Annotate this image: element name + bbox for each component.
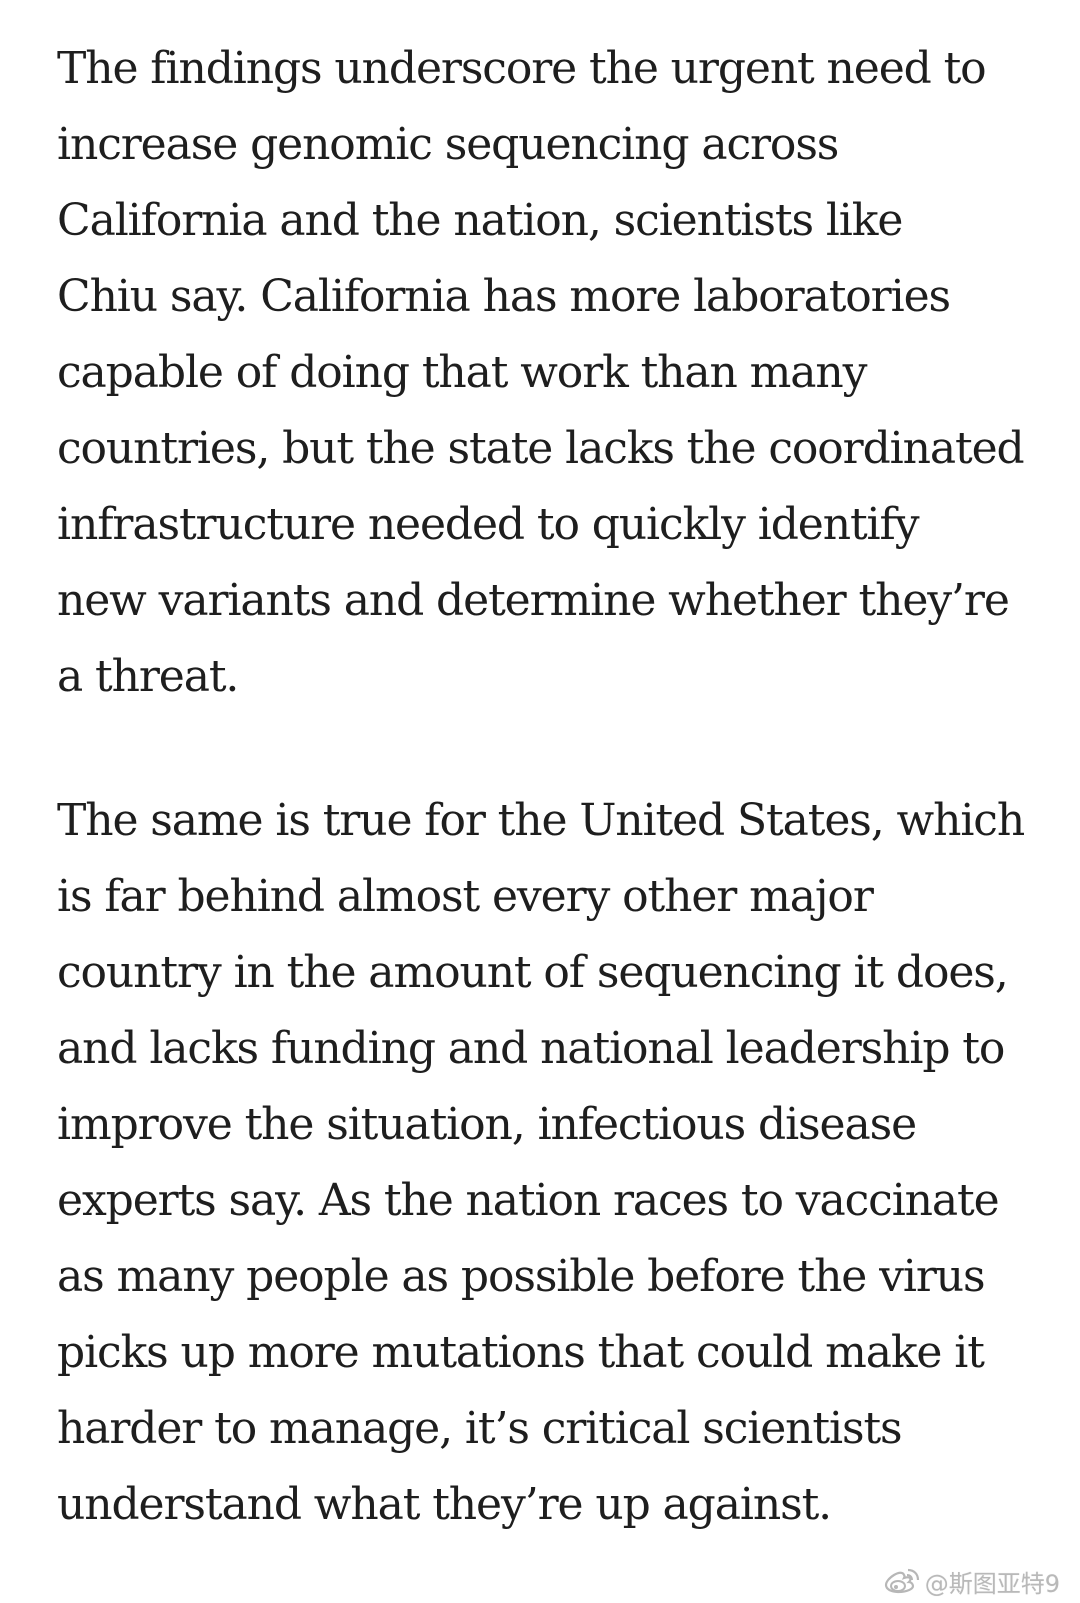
paragraph-1: The findings underscore the urgent need … — [57, 31, 1057, 715]
text-line: infrastructure needed to quickly identif… — [57, 499, 920, 550]
text-line: as many people as possible before the vi… — [57, 1251, 986, 1302]
text-line: increase genomic sequencing across — [57, 119, 839, 170]
text-line: capable of doing that work than many — [57, 347, 868, 398]
text-line: country in the amount of sequencing it d… — [57, 947, 1009, 998]
text-line: The findings underscore the urgent need … — [57, 43, 987, 94]
text-line: Chiu say. California has more laboratori… — [57, 271, 951, 322]
text-line: and lacks funding and national leadershi… — [57, 1023, 1005, 1074]
text-line: a threat. — [57, 651, 239, 702]
text-line: harder to manage, it’s critical scientis… — [57, 1403, 903, 1454]
text-line: California and the nation, scientists li… — [57, 195, 903, 246]
watermark-text: @斯图亚特9 — [924, 1570, 1060, 1598]
text-line: picks up more mutations that could make … — [57, 1327, 985, 1378]
text-line: improve the situation, infectious diseas… — [57, 1099, 917, 1150]
text-line: countries, but the state lacks the coord… — [57, 423, 1025, 474]
weibo-watermark: @斯图亚特9 — [883, 1564, 1060, 1599]
weibo-icon — [884, 1568, 919, 1593]
article-body: The findings underscore the urgent need … — [57, 31, 1057, 1543]
text-line: is far behind almost every other major — [57, 871, 874, 922]
text-line: experts say. As the nation races to vacc… — [57, 1175, 1000, 1226]
text-line: The same is true for the United States, … — [57, 795, 1025, 846]
text-line: understand what they’re up against. — [57, 1479, 832, 1530]
paragraph-2: The same is true for the United States, … — [57, 783, 1057, 1543]
text-line: new variants and determine whether they’… — [57, 575, 1010, 626]
